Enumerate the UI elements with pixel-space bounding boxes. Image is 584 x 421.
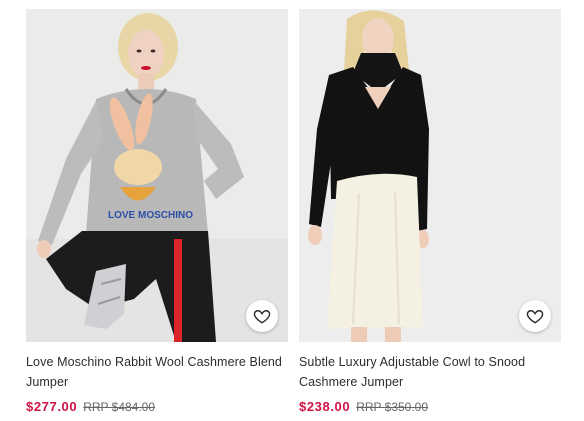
product-card[interactable]: LOVE MOSCHINO Love Moschino Rabbit Wool … bbox=[26, 9, 288, 414]
product-price: $277.00 bbox=[26, 399, 78, 414]
product-rrp: RRP $350.00 bbox=[356, 400, 429, 414]
product-grid: LOVE MOSCHINO Love Moschino Rabbit Wool … bbox=[26, 9, 561, 414]
product-photo bbox=[299, 9, 561, 342]
save-for-later-button[interactable] bbox=[246, 300, 278, 332]
product-image[interactable] bbox=[299, 9, 561, 342]
product-rrp: RRP $484.00 bbox=[83, 400, 156, 414]
product-card[interactable]: Subtle Luxury Adjustable Cowl to Snood C… bbox=[299, 9, 561, 414]
heart-outline-icon bbox=[253, 310, 271, 324]
heart-outline-icon bbox=[526, 310, 544, 324]
save-for-later-button[interactable] bbox=[519, 300, 551, 332]
product-title[interactable]: Subtle Luxury Adjustable Cowl to Snood C… bbox=[299, 352, 561, 392]
svg-text:LOVE MOSCHINO: LOVE MOSCHINO bbox=[108, 210, 193, 221]
price-row: $277.00 RRP $484.00 bbox=[26, 399, 288, 414]
product-price: $238.00 bbox=[299, 399, 351, 414]
product-title[interactable]: Love Moschino Rabbit Wool Cashmere Blend… bbox=[26, 352, 288, 392]
product-image[interactable]: LOVE MOSCHINO bbox=[26, 9, 288, 342]
price-row: $238.00 RRP $350.00 bbox=[299, 399, 561, 414]
product-photo: LOVE MOSCHINO bbox=[26, 9, 288, 342]
